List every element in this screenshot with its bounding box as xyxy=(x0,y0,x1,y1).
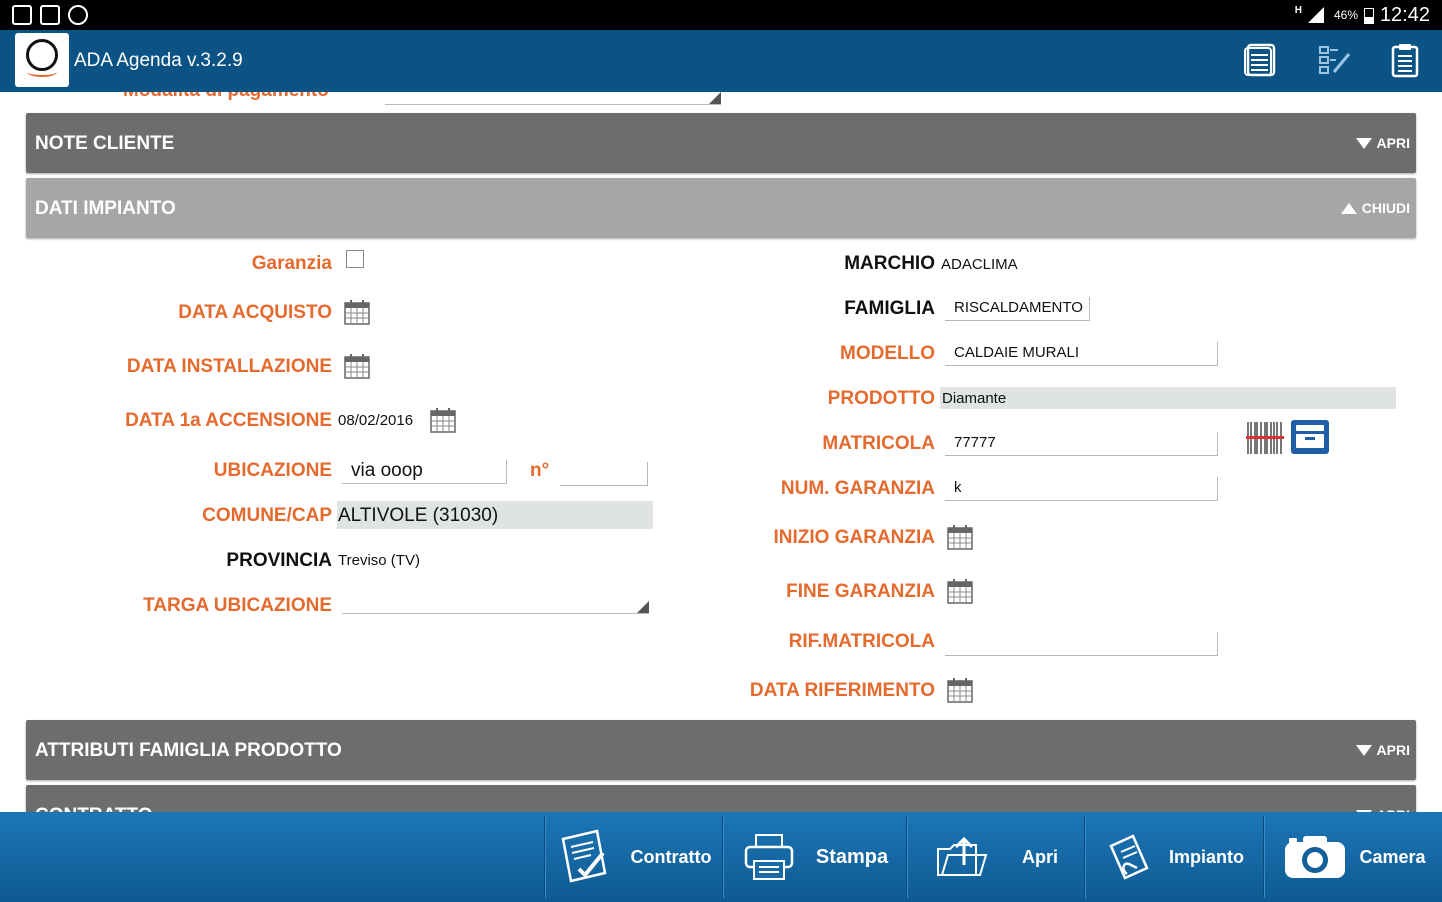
barcode-scan-icon[interactable] xyxy=(1246,420,1284,456)
battery-percent: 46% xyxy=(1333,8,1358,22)
expand-icon xyxy=(1355,744,1372,756)
data-riferimento-label: DATA RIFERIMENTO xyxy=(749,680,935,701)
calendar-icon[interactable] xyxy=(947,524,973,550)
network-type-icon: H xyxy=(1294,5,1302,16)
modalita-pagamento-select[interactable] xyxy=(385,92,721,105)
targa-ubicazione-select[interactable] xyxy=(342,600,649,614)
toolbar-divider xyxy=(544,816,546,898)
data-installazione-label: DATA INSTALLAZIONE xyxy=(126,356,332,377)
app-logo-icon[interactable] xyxy=(15,33,69,87)
toolbar-divider xyxy=(1263,816,1265,898)
section-note-cliente[interactable]: NOTE CLIENTE APRI xyxy=(26,113,1416,173)
famiglia-input[interactable]: RISCALDAMENTO xyxy=(945,297,1090,321)
prodotto-value: Diamante xyxy=(940,387,1396,409)
calendar-icon[interactable] xyxy=(947,578,973,604)
num-garanzia-label: NUM. GARANZIA xyxy=(780,478,935,499)
document-list-icon[interactable] xyxy=(1243,42,1279,78)
section-title: NOTE CLIENTE xyxy=(35,133,175,154)
prodotto-label: PRODOTTO xyxy=(827,388,935,409)
data-acquisto-label: DATA ACQUISTO xyxy=(178,302,332,323)
section-title: ATTRIBUTI FAMIGLIA PRODOTTO xyxy=(35,740,342,761)
camera-icon xyxy=(1285,836,1346,878)
modalita-pagamento-label: Modalità di pagamento xyxy=(123,80,329,101)
calendar-icon[interactable] xyxy=(344,299,370,325)
data-accensione-value[interactable]: 08/02/2016 xyxy=(338,412,413,429)
notification-app-icon xyxy=(12,5,32,25)
toolbar-divider xyxy=(906,816,908,898)
document-clip-icon xyxy=(1109,834,1149,880)
folder-upload-icon xyxy=(937,836,988,876)
notification-compass-icon xyxy=(68,5,88,25)
provincia-label: PROVINCIA xyxy=(226,550,332,571)
toggle-label: APRI xyxy=(1376,742,1410,758)
comune-label: COMUNE/CAP xyxy=(202,505,332,526)
data-accensione-label: DATA 1a ACCENSIONE xyxy=(125,410,332,431)
matricola-label: MATRICOLA xyxy=(822,433,935,454)
contratto-label: Contratto xyxy=(630,846,712,867)
camera-button[interactable]: Camera xyxy=(1267,816,1442,898)
clipboard-icon[interactable] xyxy=(1387,42,1423,78)
toolbar-divider xyxy=(722,816,724,898)
numero-label: n° xyxy=(530,460,550,481)
toggle-label: APRI xyxy=(1376,135,1410,151)
matricola-input[interactable]: 77777 xyxy=(945,432,1218,456)
ubicazione-input[interactable]: via ooop xyxy=(342,460,507,484)
rif-matricola-input[interactable] xyxy=(945,632,1218,656)
modello-input[interactable]: CALDAIE MURALI xyxy=(945,342,1218,366)
provincia-value: Treviso (TV) xyxy=(338,552,420,569)
marchio-label: MARCHIO xyxy=(844,253,935,274)
signal-icon xyxy=(1308,7,1324,23)
battery-icon xyxy=(1364,8,1374,24)
num-garanzia-input[interactable]: k xyxy=(945,477,1218,501)
garanzia-label: Garanzia xyxy=(251,253,332,274)
impianto-button[interactable]: Impianto xyxy=(1088,816,1263,898)
garanzia-checkbox[interactable] xyxy=(346,250,364,268)
marchio-value: ADACLIMA xyxy=(941,256,1018,273)
contratto-button[interactable]: Contratto xyxy=(548,816,722,898)
fine-garanzia-label: FINE GARANZIA xyxy=(786,581,935,602)
section-toggle[interactable]: APRI xyxy=(1355,135,1410,151)
famiglia-label: FAMIGLIA xyxy=(844,298,935,319)
apri-button[interactable]: Apri xyxy=(910,816,1084,898)
apri-label: Apri xyxy=(1022,846,1058,867)
calendar-icon[interactable] xyxy=(947,677,973,703)
clock: 12:42 xyxy=(1379,4,1430,26)
collapse-icon xyxy=(1340,202,1357,214)
modello-label: MODELLO xyxy=(840,343,935,364)
printer-icon xyxy=(744,834,794,880)
impianto-label: Impianto xyxy=(1169,846,1244,867)
notification-mail-icon xyxy=(40,5,60,25)
rif-matricola-label: RIF.MATRICOLA xyxy=(788,631,935,652)
comune-value: ALTIVOLE (31030) xyxy=(337,501,653,529)
calendar-icon[interactable] xyxy=(344,353,370,379)
section-attributi-famiglia[interactable]: ATTRIBUTI FAMIGLIA PRODOTTO APRI xyxy=(26,720,1416,780)
section-dati-impianto[interactable]: DATI IMPIANTO CHIUDI xyxy=(26,178,1416,238)
status-bar xyxy=(0,0,1442,30)
section-title: DATI IMPIANTO xyxy=(35,198,176,219)
stampa-button[interactable]: Stampa xyxy=(726,816,906,898)
stampa-label: Stampa xyxy=(815,845,889,868)
section-toggle[interactable]: CHIUDI xyxy=(1340,200,1410,216)
app-title: ADA Agenda v.3.2.9 xyxy=(74,50,243,71)
edit-form-icon[interactable] xyxy=(1316,42,1352,78)
contract-sign-icon xyxy=(561,829,606,883)
toolbar-divider xyxy=(1084,816,1086,898)
archive-box-icon[interactable] xyxy=(1290,419,1330,455)
section-toggle[interactable]: APRI xyxy=(1355,742,1410,758)
targa-ubicazione-label: TARGA UBICAZIONE xyxy=(143,595,332,616)
expand-icon xyxy=(1355,137,1372,149)
toggle-label: CHIUDI xyxy=(1361,200,1410,216)
calendar-icon[interactable] xyxy=(430,407,456,433)
ubicazione-label: UBICAZIONE xyxy=(213,460,332,481)
inizio-garanzia-label: INIZIO GARANZIA xyxy=(773,527,936,548)
camera-label: Camera xyxy=(1359,846,1426,867)
